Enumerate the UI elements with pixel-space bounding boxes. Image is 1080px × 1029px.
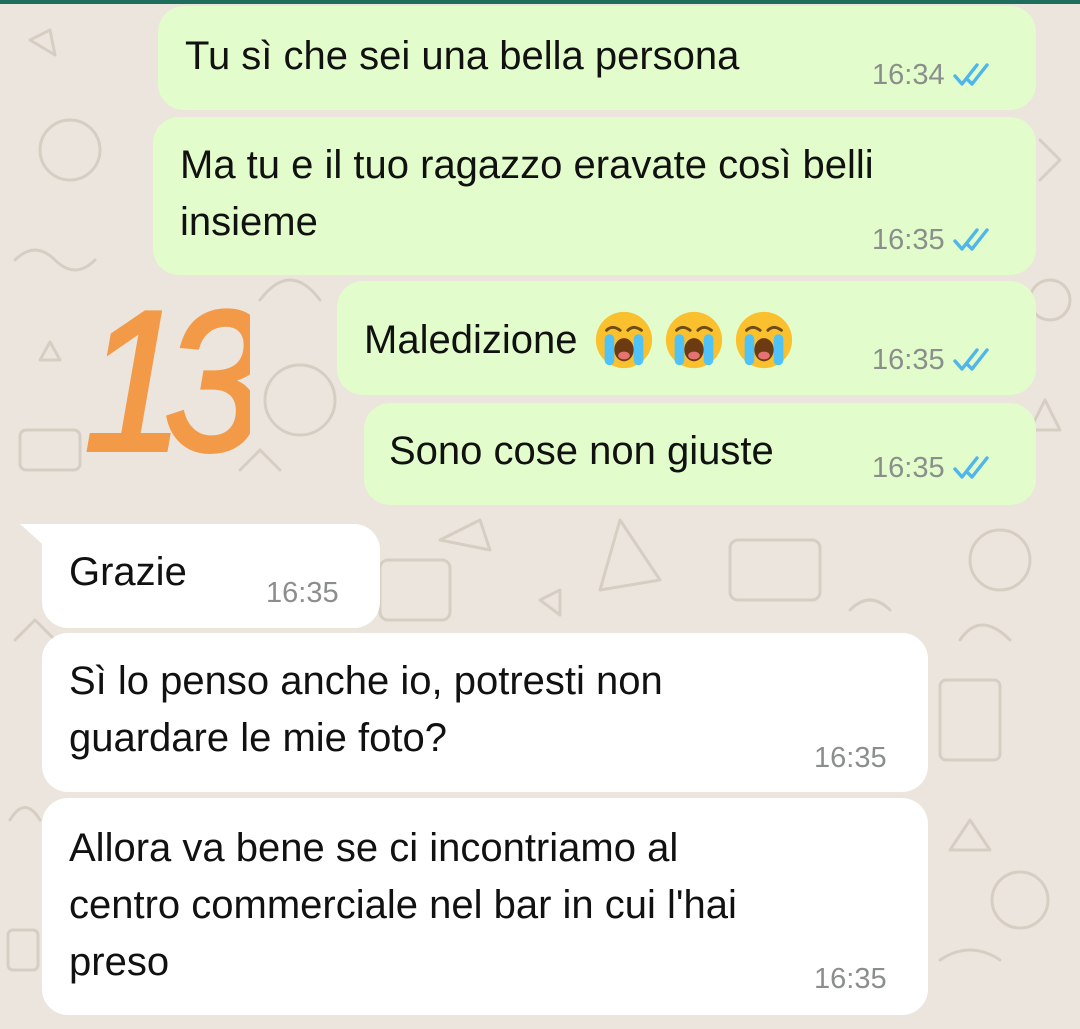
message-text: Tu sì che sei una bella persona [185,28,739,85]
sticker-text: 13 [84,282,250,472]
message-text: Maledizione [364,309,795,371]
loudly-crying-face-icon [666,311,723,369]
message-line: Sì lo penso anche io, potresti non [69,659,663,703]
message-text: Sì lo penso anche io, potresti non guard… [69,653,663,767]
emoji-group [593,309,795,371]
message-meta: 16:35 [872,223,997,257]
message-bubble-incoming[interactable]: Grazie 16:35 [42,524,380,628]
message-meta: 16:35 [266,576,339,610]
message-text: Ma tu e il tuo ragazzo eravate così bell… [180,137,874,251]
message-line: Sono cose non giuste [389,429,774,473]
message-bubble-outgoing[interactable]: Ma tu e il tuo ragazzo eravate così bell… [153,117,1036,275]
message-timestamp: 16:35 [872,452,945,484]
message-bubble-incoming[interactable]: Allora va bene se ci incontriamo al cent… [42,798,928,1015]
message-meta: 16:35 [814,962,887,996]
message-timestamp: 16:34 [872,59,945,91]
message-line: Tu sì che sei una bella persona [185,34,740,78]
message-bubble-outgoing[interactable]: Sono cose non giuste 16:35 [364,403,1036,505]
message-line: preso [69,940,170,984]
loudly-crying-face-icon [736,311,793,369]
double-check-icon [952,456,989,479]
message-meta: 16:35 [814,741,887,775]
message-meta: 16:35 [872,343,997,377]
message-line: guardare le mie foto? [69,716,448,760]
message-text: Grazie [69,544,187,601]
double-check-icon [952,228,989,251]
message-text: Sono cose non giuste [389,423,774,480]
number-sticker: 13 [82,282,250,472]
message-timestamp: 16:35 [814,963,887,995]
message-line: Grazie [69,550,187,594]
double-check-icon [952,63,989,86]
message-line: insieme [180,200,318,244]
message-bubble-outgoing[interactable]: Tu sì che sei una bella persona 16:34 [158,6,1036,110]
message-timestamp: 16:35 [872,224,945,256]
loudly-crying-face-icon [596,311,653,369]
message-bubble-incoming[interactable]: Sì lo penso anche io, potresti non guard… [42,633,928,792]
message-timestamp: 16:35 [872,344,945,376]
message-text: Allora va bene se ci incontriamo al cent… [69,820,737,991]
message-line: Maledizione [364,317,578,362]
message-timestamp: 16:35 [814,742,887,774]
message-line: Ma tu e il tuo ragazzo eravate così bell… [180,143,874,187]
message-line: Allora va bene se ci incontriamo al [69,826,679,870]
double-check-icon [952,348,989,371]
message-line: centro commerciale nel bar in cui l'hai [69,883,737,927]
message-meta: 16:34 [872,58,997,92]
message-bubble-outgoing[interactable]: Maledizione 16:35 [337,281,1036,395]
message-timestamp: 16:35 [266,577,339,609]
message-meta: 16:35 [872,451,997,485]
